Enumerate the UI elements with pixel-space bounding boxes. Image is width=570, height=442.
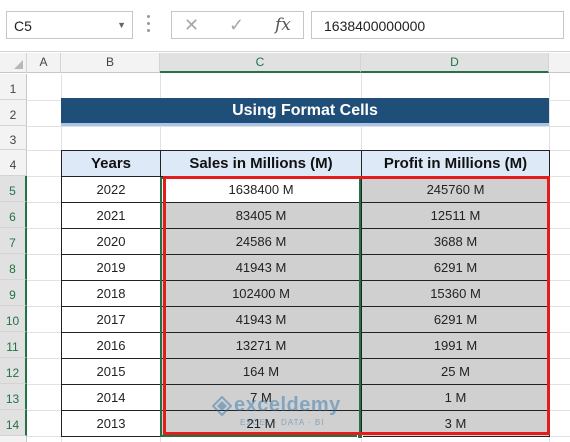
insert-function-button[interactable]: fx bbox=[275, 15, 291, 35]
row-header-7[interactable]: 7 bbox=[0, 228, 27, 254]
table-row: 2017 41943 M 6291 M bbox=[61, 306, 550, 333]
column-header-c[interactable]: C bbox=[160, 53, 361, 73]
sales-cell[interactable]: 1638400 M bbox=[160, 176, 362, 203]
row-header-8[interactable]: 8 bbox=[0, 254, 27, 280]
formula-input[interactable]: 1638400000000 bbox=[311, 11, 564, 39]
header-profit[interactable]: Profit in Millions (M) bbox=[361, 150, 550, 177]
year-cell[interactable]: 2014 bbox=[61, 384, 161, 411]
row-header-9[interactable]: 9 bbox=[0, 280, 27, 306]
profit-cell[interactable]: 6291 M bbox=[361, 254, 550, 281]
drag-handle-icon[interactable] bbox=[147, 15, 151, 35]
check-icon[interactable]: ✓ bbox=[229, 15, 244, 36]
table-row: 2014 7 M 1 M bbox=[61, 384, 550, 411]
formula-value: 1638400000000 bbox=[324, 18, 426, 34]
year-cell[interactable]: 2013 bbox=[61, 410, 161, 437]
sales-cell[interactable]: 13271 M bbox=[160, 332, 362, 359]
row-header-6[interactable]: 6 bbox=[0, 202, 27, 228]
table-row: 2020 24586 M 3688 M bbox=[61, 228, 550, 255]
grid-line bbox=[27, 126, 570, 127]
row-header-14[interactable]: 14 bbox=[0, 410, 27, 436]
table-row: 2021 83405 M 12511 M bbox=[61, 202, 550, 229]
column-header-a[interactable]: A bbox=[27, 53, 61, 73]
row-header-15[interactable] bbox=[0, 436, 27, 442]
name-box[interactable]: C5 ▼ bbox=[6, 11, 133, 39]
year-cell[interactable]: 2022 bbox=[61, 176, 161, 203]
name-box-value: C5 bbox=[14, 18, 32, 34]
close-icon[interactable]: ✕ bbox=[184, 15, 199, 36]
profit-cell[interactable]: 245760 M bbox=[361, 176, 550, 203]
formula-buttons: ✕ ✓ fx bbox=[171, 11, 304, 39]
profit-cell[interactable]: 3 M bbox=[361, 410, 550, 437]
chevron-down-icon[interactable]: ▼ bbox=[117, 20, 126, 30]
row-header-4[interactable]: 4 bbox=[0, 150, 27, 176]
table-row: 2018 102400 M 15360 M bbox=[61, 280, 550, 307]
column-header-e[interactable] bbox=[549, 53, 570, 73]
row-header-13[interactable]: 13 bbox=[0, 384, 27, 410]
column-header-b[interactable]: B bbox=[61, 53, 160, 73]
row-header-3[interactable]: 3 bbox=[0, 126, 27, 150]
profit-cell[interactable]: 6291 M bbox=[361, 306, 550, 333]
formula-bar: C5 ▼ ✕ ✓ fx 1638400000000 bbox=[0, 0, 570, 52]
sales-cell[interactable]: 7 M bbox=[160, 384, 362, 411]
year-cell[interactable]: 2015 bbox=[61, 358, 161, 385]
sheet-title[interactable]: Using Format Cells bbox=[61, 98, 549, 126]
sales-cell[interactable]: 102400 M bbox=[160, 280, 362, 307]
year-cell[interactable]: 2016 bbox=[61, 332, 161, 359]
profit-cell[interactable]: 25 M bbox=[361, 358, 550, 385]
sales-cell[interactable]: 164 M bbox=[160, 358, 362, 385]
row-header-5[interactable]: 5 bbox=[0, 176, 27, 202]
sales-cell[interactable]: 41943 M bbox=[160, 306, 362, 333]
table-row: 2015 164 M 25 M bbox=[61, 358, 550, 385]
year-cell[interactable]: 2020 bbox=[61, 228, 161, 255]
profit-cell[interactable]: 1 M bbox=[361, 384, 550, 411]
fill-handle[interactable] bbox=[357, 433, 363, 439]
row-header-12[interactable]: 12 bbox=[0, 358, 27, 384]
year-cell[interactable]: 2019 bbox=[61, 254, 161, 281]
row-header-10[interactable]: 10 bbox=[0, 306, 27, 332]
header-sales[interactable]: Sales in Millions (M) bbox=[160, 150, 362, 177]
table-row: 2022 1638400 M 245760 M bbox=[61, 176, 550, 203]
sales-cell[interactable]: 41943 M bbox=[160, 254, 362, 281]
year-cell[interactable]: 2021 bbox=[61, 202, 161, 229]
year-cell[interactable]: 2018 bbox=[61, 280, 161, 307]
data-table: Years Sales in Millions (M) Profit in Mi… bbox=[61, 150, 550, 437]
table-header-row: Years Sales in Millions (M) Profit in Mi… bbox=[61, 150, 550, 177]
table-row: 2019 41943 M 6291 M bbox=[61, 254, 550, 281]
select-all-button[interactable] bbox=[0, 53, 27, 73]
profit-cell[interactable]: 15360 M bbox=[361, 280, 550, 307]
table-row: 2013 21 M 3 M bbox=[61, 410, 550, 437]
row-header-2[interactable]: 2 bbox=[0, 100, 27, 126]
sales-cell[interactable]: 83405 M bbox=[160, 202, 362, 229]
header-years[interactable]: Years bbox=[61, 150, 161, 177]
column-header-d[interactable]: D bbox=[361, 53, 549, 73]
row-header-1[interactable]: 1 bbox=[0, 74, 27, 100]
table-row: 2016 13271 M 1991 M bbox=[61, 332, 550, 359]
excel-window: C5 ▼ ✕ ✓ fx 1638400000000 A B C D 1 2 3 … bbox=[0, 0, 570, 442]
profit-cell[interactable]: 12511 M bbox=[361, 202, 550, 229]
sales-cell[interactable]: 21 M bbox=[160, 410, 362, 437]
year-cell[interactable]: 2017 bbox=[61, 306, 161, 333]
row-header-11[interactable]: 11 bbox=[0, 332, 27, 358]
sales-cell[interactable]: 24586 M bbox=[160, 228, 362, 255]
profit-cell[interactable]: 1991 M bbox=[361, 332, 550, 359]
profit-cell[interactable]: 3688 M bbox=[361, 228, 550, 255]
